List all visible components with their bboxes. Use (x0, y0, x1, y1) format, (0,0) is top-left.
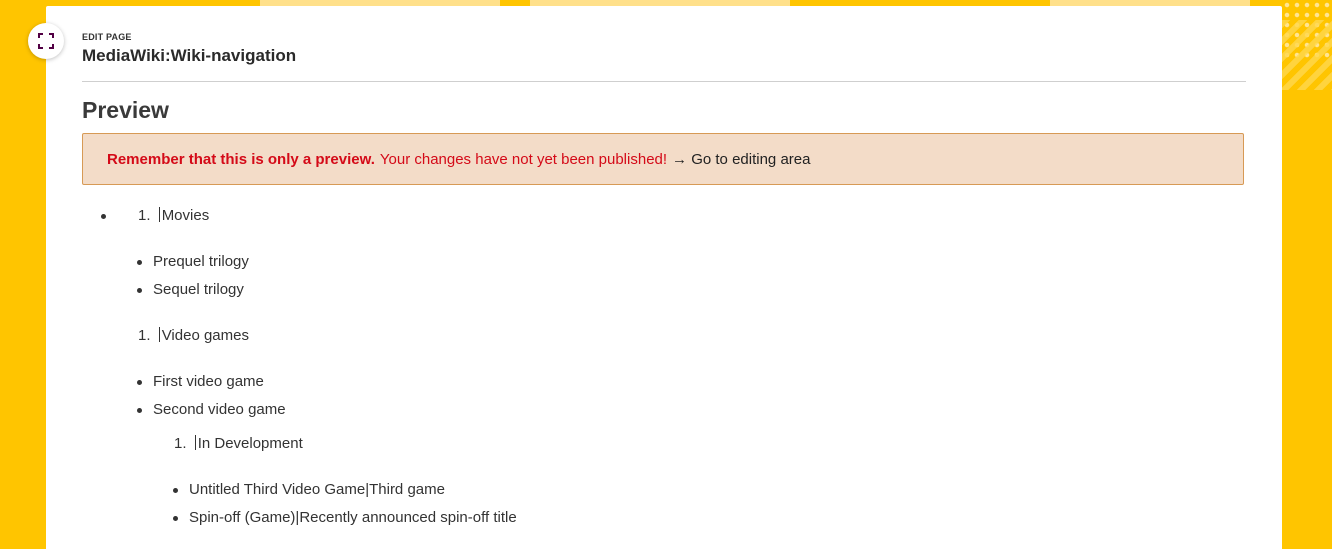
list-bullet (137, 288, 142, 293)
list-item: First video game (153, 373, 264, 390)
section-title-in-development: In Development (197, 435, 303, 452)
pipe-separator (194, 435, 196, 450)
list-item: Untitled Third Video Game|Third game (189, 481, 445, 498)
page-content-panel: EDIT PAGE MediaWiki:Wiki-navigation Prev… (46, 6, 1282, 549)
page-header: EDIT PAGE MediaWiki:Wiki-navigation (82, 32, 1246, 66)
list-bullet (101, 214, 106, 219)
go-to-editing-area-link[interactable]: → Go to editing area (672, 151, 810, 168)
list-item: Second video game (153, 401, 286, 418)
pipe-separator (158, 207, 160, 222)
edit-page-label: EDIT PAGE (82, 32, 132, 42)
list-item: 1. Movies (138, 207, 209, 224)
header-divider (82, 81, 1246, 82)
list-bullet (137, 408, 142, 413)
pipe-separator (158, 327, 160, 342)
list-item: 1. Video games (138, 327, 249, 344)
preview-heading: Preview (82, 97, 169, 123)
list-item: Prequel trilogy (153, 253, 249, 270)
background-diagonal-pattern (1282, 20, 1332, 90)
list-item: Sequel trilogy (153, 281, 244, 298)
list-number: 1. (174, 435, 187, 452)
list-item: Spin-off (Game)|Recently announced spin-… (189, 509, 517, 526)
list-number: 1. (138, 327, 151, 344)
page-title: MediaWiki:Wiki-navigation (82, 46, 297, 65)
list-number: 1. (138, 207, 151, 224)
expand-icon (38, 33, 54, 49)
list-bullet (137, 260, 142, 265)
section-title-movies: Movies (161, 207, 210, 224)
fullscreen-button[interactable] (28, 23, 64, 59)
list-bullet (173, 516, 178, 521)
section-title-video-games: Video games (161, 327, 249, 344)
list-bullet (173, 488, 178, 493)
notice-message: Your changes have not yet been published… (379, 150, 668, 168)
notice-strong-text: Remember that this is only a preview. (107, 150, 375, 168)
list-bullet (137, 380, 142, 385)
list-item: 1. In Development (174, 435, 303, 452)
preview-notice: Remember that this is only a preview. Yo… (82, 133, 1244, 185)
